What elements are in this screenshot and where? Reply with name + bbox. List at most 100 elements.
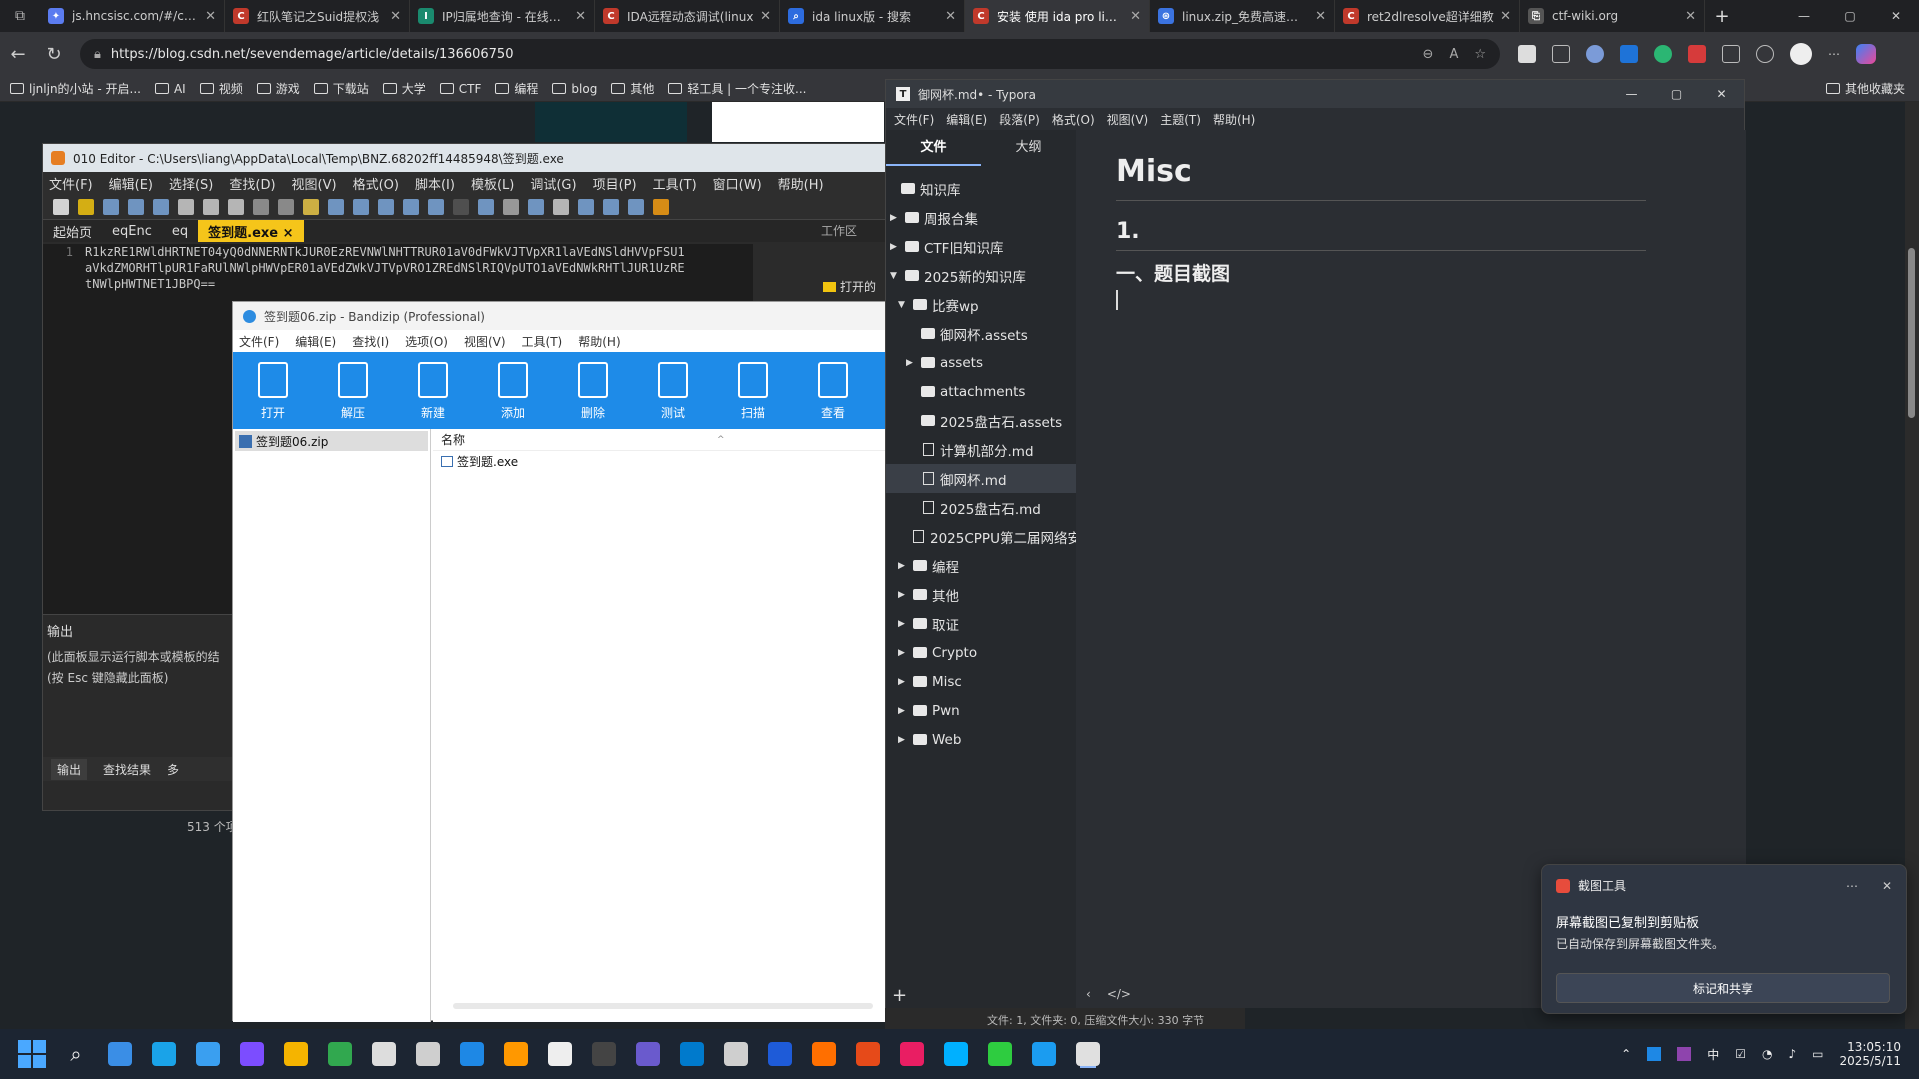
save-all-icon[interactable] bbox=[128, 198, 144, 215]
taskbar-app-icon[interactable] bbox=[812, 1042, 836, 1066]
tab-close-icon[interactable]: ✕ bbox=[1685, 9, 1696, 24]
browser-tab[interactable]: ⊛ linux.zip_免费高速下载 ✕ bbox=[1150, 0, 1335, 32]
tab-close-icon[interactable]: ✕ bbox=[575, 9, 586, 24]
caret-right-icon[interactable]: ▶ bbox=[906, 358, 916, 368]
caret-right-icon[interactable]: ▶ bbox=[898, 590, 908, 600]
taskbar-app-icon[interactable] bbox=[284, 1042, 308, 1066]
mark-and-share-button[interactable]: 标记和共享 bbox=[1556, 973, 1890, 1003]
columns-icon[interactable] bbox=[528, 198, 544, 215]
puzzle-icon[interactable] bbox=[1722, 45, 1740, 63]
taskbar-app-icon[interactable] bbox=[900, 1042, 924, 1066]
taskbar-app-icon[interactable] bbox=[680, 1042, 704, 1066]
tray-check-icon[interactable]: ☑ bbox=[1735, 1047, 1746, 1061]
file-tree-item[interactable]: 计算机部分.md bbox=[886, 435, 1076, 464]
taskbar-app-icon[interactable] bbox=[592, 1042, 616, 1066]
menu-item[interactable]: 帮助(H) bbox=[1213, 111, 1255, 128]
output-tab[interactable]: 查找结果 bbox=[103, 761, 151, 778]
output-tab[interactable]: 输出 bbox=[51, 758, 88, 780]
menu-item[interactable]: 编辑(E) bbox=[109, 174, 153, 193]
file-tree-item[interactable]: ▼ 2025新的知识库 bbox=[886, 261, 1076, 290]
extension-blue-icon[interactable] bbox=[1620, 45, 1638, 63]
taskbar-app-icon[interactable] bbox=[1032, 1042, 1056, 1066]
bookmark-item[interactable]: AI bbox=[154, 82, 186, 96]
open-folder-icon[interactable] bbox=[78, 198, 94, 215]
bookmark-item[interactable]: 轻工具 | 一个专注收... bbox=[668, 80, 806, 97]
file-tree-item[interactable]: ▶ Crypto bbox=[886, 638, 1076, 667]
tab-close-icon[interactable]: ✕ bbox=[945, 9, 956, 24]
ime-indicator[interactable]: 中 bbox=[1707, 1046, 1719, 1063]
menu-item[interactable]: 选择(S) bbox=[169, 174, 213, 193]
bookmark-item[interactable]: 游戏 bbox=[256, 80, 300, 97]
copilot-icon[interactable] bbox=[1856, 44, 1876, 64]
editor-tab[interactable]: eqEnc bbox=[102, 220, 162, 242]
compare-icon[interactable] bbox=[603, 198, 619, 215]
bookmark-item[interactable]: 下载站 bbox=[313, 80, 369, 97]
menu-item[interactable]: 帮助(H) bbox=[578, 333, 620, 350]
taskbar-app-icon[interactable] bbox=[328, 1042, 352, 1066]
menu-item[interactable]: 视图(V) bbox=[1107, 111, 1149, 128]
minimize-icon[interactable]: — bbox=[1609, 87, 1654, 101]
calculator-icon[interactable] bbox=[578, 198, 594, 215]
file-tree-item[interactable]: attachments bbox=[886, 377, 1076, 406]
file-tree-item[interactable]: ▶ 其他 bbox=[886, 580, 1076, 609]
menu-item[interactable]: 选项(O) bbox=[405, 333, 448, 350]
taskbar-app-icon[interactable] bbox=[548, 1042, 572, 1066]
open-button[interactable]: 打开 bbox=[233, 362, 313, 421]
collections-icon[interactable] bbox=[1552, 45, 1570, 63]
taskbar-app-icon[interactable] bbox=[768, 1042, 792, 1066]
file-tree-item[interactable]: 御网杯.md bbox=[886, 464, 1076, 493]
taskbar-app-icon[interactable] bbox=[724, 1042, 748, 1066]
tray-m-icon[interactable] bbox=[1677, 1047, 1692, 1061]
menu-item[interactable]: 文件(F) bbox=[49, 174, 93, 193]
highlight-icon[interactable] bbox=[553, 198, 569, 215]
refresh-icon[interactable]: ↻ bbox=[36, 36, 72, 72]
browser-tab[interactable]: Cret2dlresolve超详细教 ✕ bbox=[1335, 0, 1520, 32]
taskbar-app-icon[interactable] bbox=[944, 1042, 968, 1066]
tab-close-icon[interactable]: ✕ bbox=[1130, 9, 1141, 24]
view-button[interactable]: 查看 bbox=[793, 362, 873, 421]
taskbar-app-icon[interactable] bbox=[1076, 1042, 1100, 1066]
find-icon[interactable] bbox=[303, 198, 319, 215]
caret-right-icon[interactable]: ▶ bbox=[898, 706, 908, 716]
file-row[interactable]: 签到题.exe bbox=[433, 451, 893, 471]
caret-right-icon[interactable]: ▶ bbox=[890, 213, 900, 223]
bookmark-item[interactable]: 视频 bbox=[199, 80, 243, 97]
favorite-star-icon[interactable]: ☆ bbox=[1474, 47, 1486, 62]
file-tree-item[interactable]: ▶ 编程 bbox=[886, 551, 1076, 580]
script-icon[interactable] bbox=[403, 198, 419, 215]
sidebar-tab-files[interactable]: 文件 bbox=[886, 130, 981, 166]
caret-down-icon[interactable]: ▼ bbox=[898, 300, 908, 310]
file-tree-item[interactable]: ▶ Web bbox=[886, 725, 1076, 754]
file-tree-item[interactable]: ▶ Pwn bbox=[886, 696, 1076, 725]
zoom-icon[interactable]: ⊖ bbox=[1423, 47, 1434, 62]
avatar[interactable] bbox=[1790, 43, 1812, 65]
taskbar-app-icon[interactable] bbox=[504, 1042, 528, 1066]
add-file-button[interactable]: + bbox=[892, 985, 907, 1006]
template-icon[interactable] bbox=[428, 198, 444, 215]
extract-button[interactable]: 解压 bbox=[313, 362, 393, 421]
file-tree-item[interactable]: 御网杯.assets bbox=[886, 319, 1076, 348]
volume-icon[interactable]: ♪ bbox=[1788, 1047, 1796, 1061]
print-icon[interactable] bbox=[153, 198, 169, 215]
caret-right-icon[interactable]: ▶ bbox=[898, 735, 908, 745]
menu-item[interactable]: 编辑(E) bbox=[946, 111, 987, 128]
file-tree-item[interactable]: ▶ 取证 bbox=[886, 609, 1076, 638]
taskbar-app-icon[interactable] bbox=[196, 1042, 220, 1066]
taskbar-app-icon[interactable] bbox=[460, 1042, 484, 1066]
windows-start-icon[interactable] bbox=[18, 1040, 46, 1068]
taskbar-app-icon[interactable] bbox=[988, 1042, 1012, 1066]
taskbar-app-icon[interactable] bbox=[152, 1042, 176, 1066]
taskbar-app-icon[interactable] bbox=[416, 1042, 440, 1066]
share-icon[interactable] bbox=[1756, 45, 1774, 63]
menu-item[interactable]: 工具(T) bbox=[653, 174, 697, 193]
test-button[interactable]: 测试 bbox=[633, 362, 713, 421]
menu-item[interactable]: 调试(G) bbox=[530, 174, 576, 193]
file-tree-item[interactable]: ▶ Misc bbox=[886, 667, 1076, 696]
bookmark-other-favorites[interactable]: 其他收藏夹 bbox=[1825, 80, 1905, 97]
bookmark-item[interactable]: CTF bbox=[439, 82, 481, 96]
caret-right-icon[interactable]: ▶ bbox=[898, 561, 908, 571]
editor-tab[interactable]: 签到题.exe × bbox=[198, 220, 304, 242]
archive-tree-item[interactable]: 签到题06.zip bbox=[235, 431, 428, 451]
clock[interactable]: 13:05:10 2025/5/11 bbox=[1839, 1040, 1901, 1068]
search-icon[interactable]: ⌕ bbox=[64, 1042, 88, 1066]
